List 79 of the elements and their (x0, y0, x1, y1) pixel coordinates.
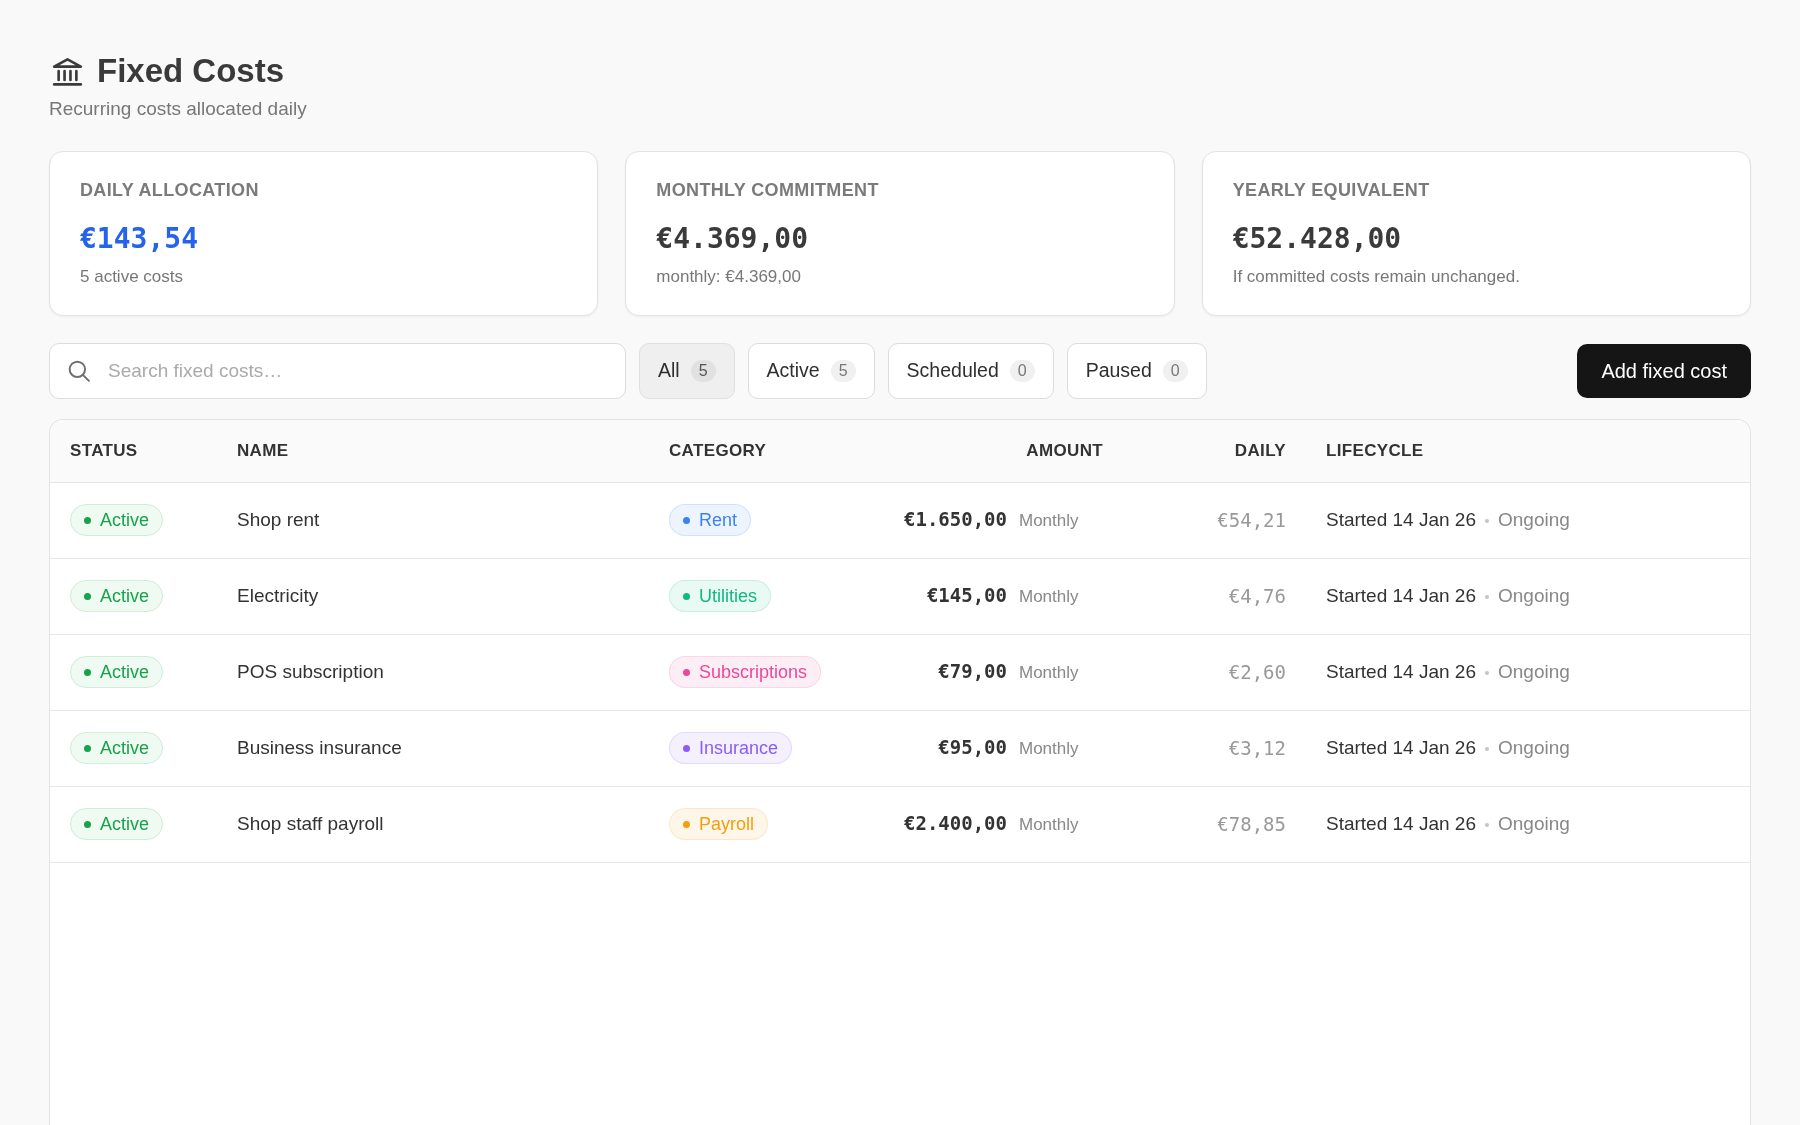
card-label: DAILY ALLOCATION (80, 179, 260, 202)
frequency-text: Monthly (1019, 510, 1080, 533)
card-value: €4.369,00 (656, 221, 810, 257)
status-label: Active (100, 660, 150, 684)
filter-tab[interactable]: Paused 0 (1066, 343, 1207, 399)
start-date-text: Started 14 Jan 26 (1326, 660, 1476, 682)
category-label: Payroll (699, 812, 755, 836)
table-cell: Business insurance (217, 710, 649, 786)
card-note: monthly: €4.369,00 (656, 266, 802, 288)
status-label: Active (100, 812, 150, 836)
amount-text: €145,00 (926, 584, 1007, 607)
page-subtitle: Recurring costs allocated daily (49, 97, 307, 121)
table-cell: €2,60 (1123, 634, 1306, 710)
frequency-text: Monthly (1019, 662, 1080, 685)
frequency-text: Monthly (1019, 814, 1080, 837)
count-badge: 5 (830, 360, 856, 382)
end-status-text: Ongoing (1498, 736, 1570, 758)
status-label: Active (100, 736, 150, 760)
card-value: €52.428,00 (1232, 221, 1403, 257)
amount-text: €79,00 (938, 660, 1007, 683)
search-icon (68, 360, 90, 382)
separator-dot-icon (1485, 822, 1489, 827)
table-cell: Shop rent (217, 482, 649, 558)
frequency-text: Monthly (1019, 586, 1080, 609)
amount-text: €2.400,00 (904, 812, 1007, 835)
table-cell: POS subscription (217, 634, 649, 710)
end-status-text: Ongoing (1498, 812, 1570, 834)
table-cell: €78,85 (1123, 786, 1306, 862)
category-label: Rent (699, 508, 738, 532)
status-label: Active (100, 508, 150, 532)
start-date-text: Started 14 Jan 26 (1326, 584, 1476, 606)
table-cell: €3,12 (1123, 710, 1306, 786)
start-date-text: Started 14 Jan 26 (1326, 508, 1476, 530)
card-note: 5 active costs (80, 266, 184, 288)
card-value: €143,54 (80, 221, 199, 257)
count-badge: 5 (690, 360, 716, 382)
category-label: Utilities (699, 584, 757, 608)
card-label: MONTHLY COMMITMENT (656, 179, 880, 202)
start-date-text: Started 14 Jan 26 (1326, 736, 1476, 758)
category-label: Subscriptions (699, 660, 808, 684)
filter-tab[interactable]: Active 5 (747, 343, 875, 399)
count-badge: 0 (1162, 360, 1188, 382)
end-status-text: Ongoing (1498, 584, 1570, 606)
column-header: NAME (217, 420, 649, 482)
status-dot-icon (84, 668, 91, 676)
separator-dot-icon (1485, 670, 1489, 675)
filter-tab[interactable]: All 5 (639, 343, 735, 399)
separator-dot-icon (1485, 594, 1489, 599)
card-note: If committed costs remain unchanged. (1232, 266, 1521, 288)
table-cell: €54,21 (1123, 482, 1306, 558)
separator-dot-icon (1485, 518, 1489, 523)
filter-tab[interactable]: Scheduled 0 (887, 343, 1054, 399)
start-date-text: Started 14 Jan 26 (1326, 812, 1476, 834)
count-badge: 0 (1009, 360, 1035, 382)
status-dot-icon (84, 592, 91, 600)
page-title: Fixed Costs (97, 51, 285, 91)
separator-dot-icon (1485, 746, 1489, 751)
card-label: YEARLY EQUIVALENT (1232, 179, 1431, 202)
table-cell: Shop staff payroll (217, 786, 649, 862)
table-cell: €4,76 (1123, 558, 1306, 634)
amount-text: €1.650,00 (904, 508, 1007, 531)
amount-text: €95,00 (938, 736, 1007, 759)
end-status-text: Ongoing (1498, 508, 1570, 530)
status-dot-icon (84, 820, 91, 828)
category-label: Insurance (699, 736, 779, 760)
search-field[interactable]: Search fixed costs… (49, 343, 626, 399)
column-header: STATUS (50, 420, 217, 482)
frequency-text: Monthly (1019, 738, 1080, 761)
bank-icon (52, 55, 83, 87)
status-label: Active (100, 584, 150, 608)
table-cell: Electricity (217, 558, 649, 634)
column-header: CATEGORY (649, 420, 861, 482)
column-header: AMOUNT (861, 420, 1123, 482)
column-header: DAILY (1123, 420, 1306, 482)
status-dot-icon (84, 744, 91, 752)
status-dot-icon (84, 516, 91, 524)
end-status-text: Ongoing (1498, 660, 1570, 682)
add-button[interactable]: Add fixed cost (1577, 344, 1751, 398)
column-header: LIFECYCLE (1306, 420, 1750, 482)
